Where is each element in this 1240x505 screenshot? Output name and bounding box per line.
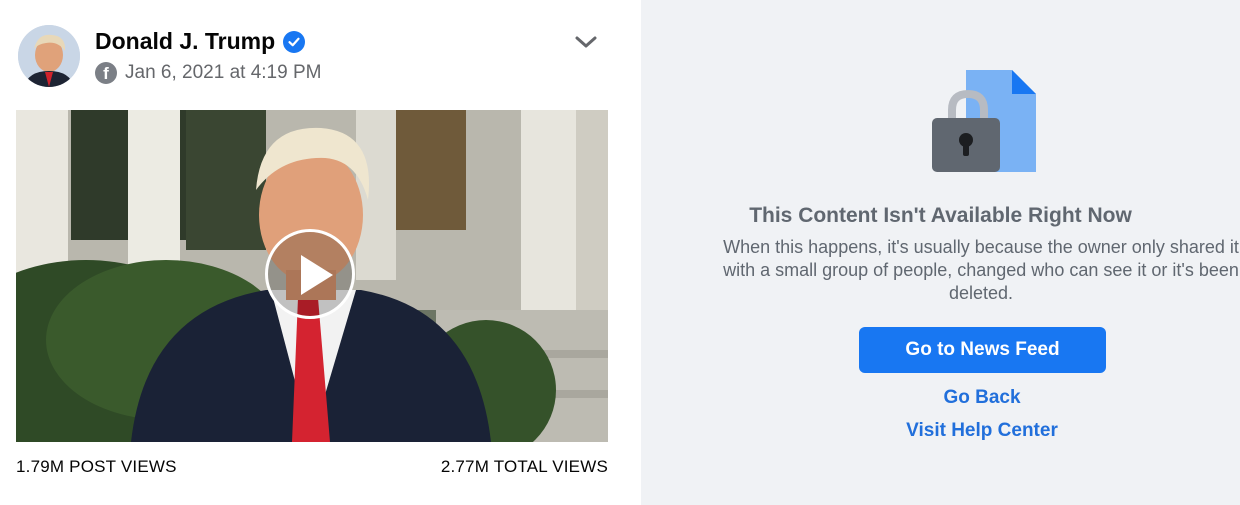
- total-views-count: 2.77M TOTAL VIEWS: [440, 457, 608, 476]
- unavailable-title: This Content Isn't Available Right Now: [749, 204, 1132, 227]
- locked-document-icon: [932, 70, 1036, 172]
- facebook-icon: f: [95, 62, 117, 84]
- author-line: Donald J. Trump: [95, 28, 306, 55]
- play-button[interactable]: [265, 229, 355, 319]
- go-back-link[interactable]: Go Back: [641, 387, 1240, 409]
- facebook-post: Donald J. Trump f Jan 6, 2021 at 4:19 PM: [0, 0, 625, 505]
- author-avatar[interactable]: [18, 25, 80, 87]
- play-icon: [301, 255, 333, 295]
- video-player[interactable]: [16, 110, 608, 442]
- post-timestamp[interactable]: Jan 6, 2021 at 4:19 PM: [125, 62, 321, 84]
- chevron-down-icon[interactable]: [573, 34, 599, 50]
- author-name[interactable]: Donald J. Trump: [95, 28, 275, 55]
- content-unavailable-panel: This Content Isn't Available Right Now W…: [641, 0, 1240, 505]
- verified-badge-icon: [283, 30, 306, 53]
- post-meta: f Jan 6, 2021 at 4:19 PM: [95, 62, 321, 84]
- visit-help-center-link[interactable]: Visit Help Center: [641, 420, 1240, 442]
- view-stats: 1.79M POST VIEWS 2.77M TOTAL VIEWS: [16, 457, 608, 477]
- go-to-news-feed-button[interactable]: Go to News Feed: [859, 327, 1106, 373]
- unavailable-message: When this happens, it's usually because …: [723, 237, 1239, 303]
- post-views-count: 1.79M POST VIEWS: [16, 457, 177, 476]
- avatar-image: [18, 25, 80, 87]
